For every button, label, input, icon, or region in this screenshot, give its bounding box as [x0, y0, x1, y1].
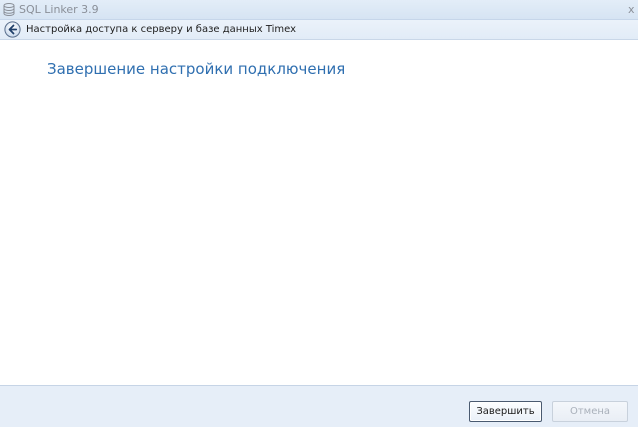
- wizard-header: Настройка доступа к серверу и базе данны…: [0, 20, 638, 40]
- finish-button[interactable]: Завершить: [469, 401, 542, 422]
- back-arrow-icon[interactable]: [4, 21, 21, 38]
- window-title: SQL Linker 3.9: [19, 3, 99, 16]
- footer-bar: Завершить Отмена: [0, 385, 638, 427]
- title-bar[interactable]: SQL Linker 3.9 x: [0, 0, 638, 20]
- header-title: Настройка доступа к серверу и базе данны…: [26, 24, 297, 35]
- app-window: SQL Linker 3.9 x Настройка доступа к сер…: [0, 0, 638, 427]
- cancel-button[interactable]: Отмена: [552, 401, 628, 422]
- database-icon: [3, 3, 15, 16]
- content-area: [0, 41, 638, 385]
- close-button[interactable]: x: [628, 2, 638, 17]
- page-heading: Завершение настройки подключения: [47, 60, 346, 78]
